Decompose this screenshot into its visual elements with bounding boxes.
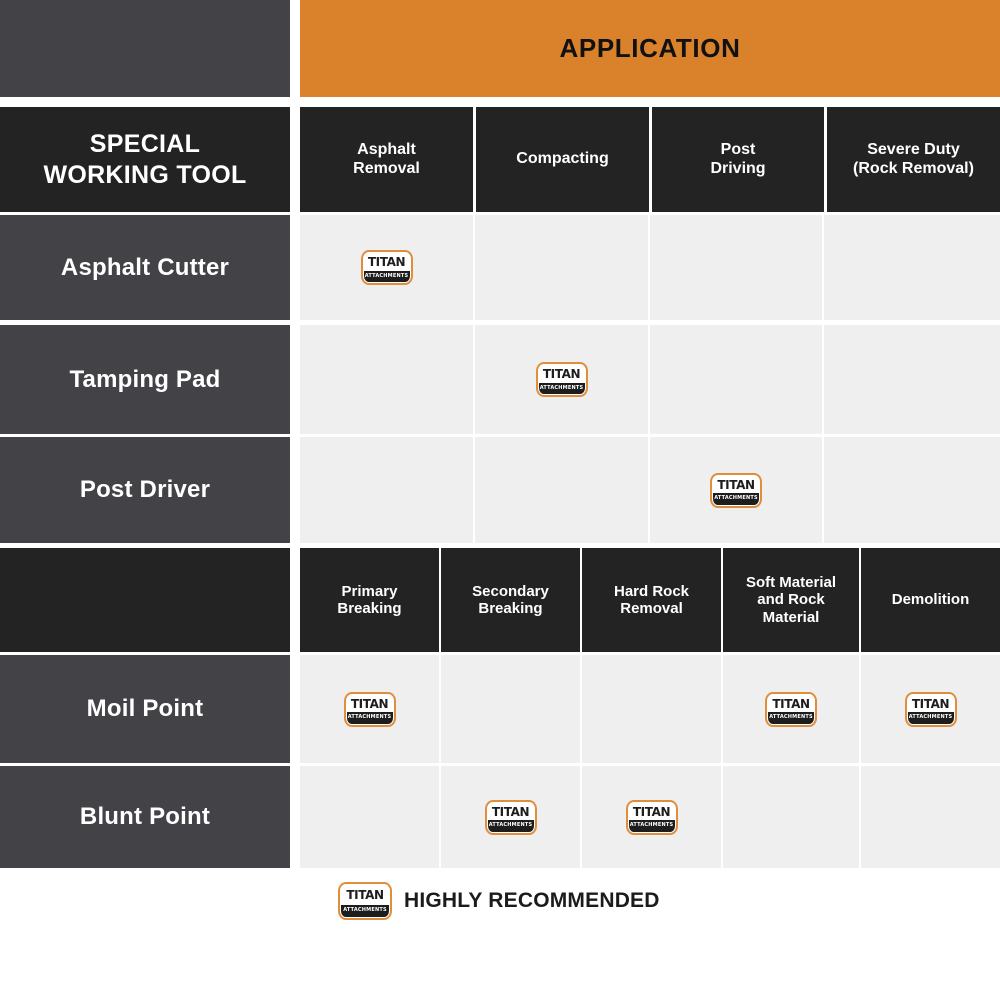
titan-logo-word: TITAN	[367, 255, 406, 270]
special-working-tool-header-line1: SPECIAL	[89, 130, 201, 158]
table-cell: TITAN ATTACHMENTS	[300, 215, 473, 320]
table-cell	[650, 325, 822, 434]
titan-logo-sub: ATTACHMENTS	[628, 820, 675, 832]
table-cell	[824, 437, 1000, 543]
titan-logo-icon: TITAN ATTACHMENTS	[904, 691, 957, 727]
titan-logo-sub: ATTACHMENTS	[341, 904, 389, 917]
table-cell	[441, 655, 580, 763]
column-header-hard-rock-removal: Hard Rock Removal	[582, 548, 721, 652]
legend: TITAN ATTACHMENTS HIGHLY RECOMMENDED	[338, 882, 660, 920]
column-header-hard-rock-removal-line1: Hard Rock	[613, 582, 690, 600]
column-header-primary-breaking-line1: Primary	[341, 582, 398, 600]
tool-label-tamping-pad: Tamping Pad	[0, 325, 290, 434]
table-cell: TITAN ATTACHMENTS	[300, 655, 439, 763]
section2-row-header-blank	[0, 548, 290, 652]
tool-label-blunt-point: Blunt Point	[0, 766, 290, 868]
column-header-soft-material-line2: and Rock	[757, 591, 825, 609]
titan-logo-icon: TITAN ATTACHMENTS	[535, 362, 588, 397]
titan-logo-icon: TITAN ATTACHMENTS	[765, 691, 817, 727]
table-cell	[824, 325, 1000, 434]
titan-logo-sub: ATTACHMENTS	[907, 712, 954, 724]
titan-logo-icon: TITAN ATTACHMENTS	[343, 691, 396, 727]
titan-logo-icon: TITAN ATTACHMENTS	[625, 799, 678, 835]
column-header-compacting-line1: Compacting	[516, 150, 609, 168]
application-banner-title: APPLICATION	[300, 0, 1000, 97]
table-cell: TITAN ATTACHMENTS	[650, 437, 822, 543]
legend-label: HIGHLY RECOMMENDED	[404, 889, 660, 912]
titan-logo-word: TITAN	[911, 696, 950, 711]
column-header-post-driving-line1: Post	[720, 140, 756, 158]
column-header-severe-duty-line1: Severe Duty	[867, 140, 960, 158]
column-header-primary-breaking: Primary Breaking	[300, 548, 439, 652]
column-header-secondary-breaking-line2: Breaking	[478, 600, 543, 617]
column-header-post-driving: Post Driving	[652, 107, 824, 212]
column-header-compacting: Compacting	[476, 107, 649, 212]
titan-logo-word: TITAN	[491, 804, 530, 819]
titan-logo-icon: TITAN ATTACHMENTS	[484, 799, 537, 835]
table-cell	[582, 655, 721, 763]
table-cell	[475, 437, 648, 543]
table-cell: TITAN ATTACHMENTS	[723, 655, 859, 763]
table-cell	[475, 215, 648, 320]
titan-logo-word: TITAN	[772, 696, 810, 711]
titan-logo-icon: TITAN ATTACHMENTS	[338, 882, 392, 920]
column-header-soft-material-line1: Soft Material	[745, 573, 836, 591]
tool-label-post-driver: Post Driver	[0, 437, 290, 543]
column-header-demolition: Demolition	[861, 548, 1000, 652]
column-header-post-driving-line2: Driving	[710, 159, 766, 177]
special-working-tool-header-line2: WORKING TOOL	[43, 160, 247, 189]
titan-logo-sub: ATTACHMENTS	[363, 270, 410, 282]
table-cell: TITAN ATTACHMENTS	[475, 325, 648, 434]
corner-blank-cell	[0, 0, 290, 97]
column-header-demolition-line1: Demolition	[891, 591, 970, 609]
column-header-secondary-breaking: Secondary Breaking	[441, 548, 580, 652]
table-cell	[723, 766, 859, 868]
titan-logo-sub: ATTACHMENTS	[768, 712, 814, 724]
column-header-soft-material-and-rock-material: Soft Material and Rock Material	[723, 548, 859, 652]
table-cell	[300, 766, 439, 868]
column-header-asphalt-removal-line1: Asphalt	[357, 140, 416, 158]
column-header-severe-duty: Severe Duty (Rock Removal)	[827, 107, 1000, 212]
titan-logo-sub: ATTACHMENTS	[487, 820, 534, 832]
titan-logo-word: TITAN	[542, 367, 581, 382]
table-cell	[861, 766, 1000, 868]
table-cell: TITAN ATTACHMENTS	[441, 766, 580, 868]
titan-logo-sub: ATTACHMENTS	[538, 382, 585, 394]
tool-label-asphalt-cutter: Asphalt Cutter	[0, 215, 290, 320]
titan-logo-icon: TITAN ATTACHMENTS	[710, 472, 762, 508]
table-cell	[824, 215, 1000, 320]
titan-logo-icon: TITAN ATTACHMENTS	[360, 250, 413, 285]
tool-label-moil-point: Moil Point	[0, 655, 290, 763]
column-header-primary-breaking-line2: Breaking	[337, 600, 402, 617]
column-header-secondary-breaking-line1: Secondary	[472, 582, 549, 600]
special-working-tool-header: SPECIAL WORKING TOOL	[0, 107, 290, 212]
column-header-severe-duty-line2: (Rock Removal)	[853, 159, 974, 177]
comparison-chart: APPLICATION SPECIAL WORKING TOOL Asphalt…	[0, 0, 1000, 1000]
table-cell: TITAN ATTACHMENTS	[582, 766, 721, 868]
table-cell: TITAN ATTACHMENTS	[861, 655, 1000, 763]
titan-logo-word: TITAN	[632, 804, 671, 819]
table-cell	[300, 325, 473, 434]
column-header-asphalt-removal-line2: Removal	[353, 159, 420, 177]
table-cell	[650, 215, 822, 320]
titan-logo-sub: ATTACHMENTS	[346, 712, 393, 724]
titan-logo-word: TITAN	[717, 477, 755, 492]
column-header-soft-material-line3: Material	[762, 608, 820, 626]
titan-logo-word: TITAN	[346, 888, 384, 903]
titan-logo-sub: ATTACHMENTS	[713, 493, 759, 505]
column-header-asphalt-removal: Asphalt Removal	[300, 107, 473, 212]
titan-logo-word: TITAN	[350, 696, 389, 711]
column-header-hard-rock-removal-line2: Removal	[620, 600, 683, 617]
table-cell	[300, 437, 473, 543]
